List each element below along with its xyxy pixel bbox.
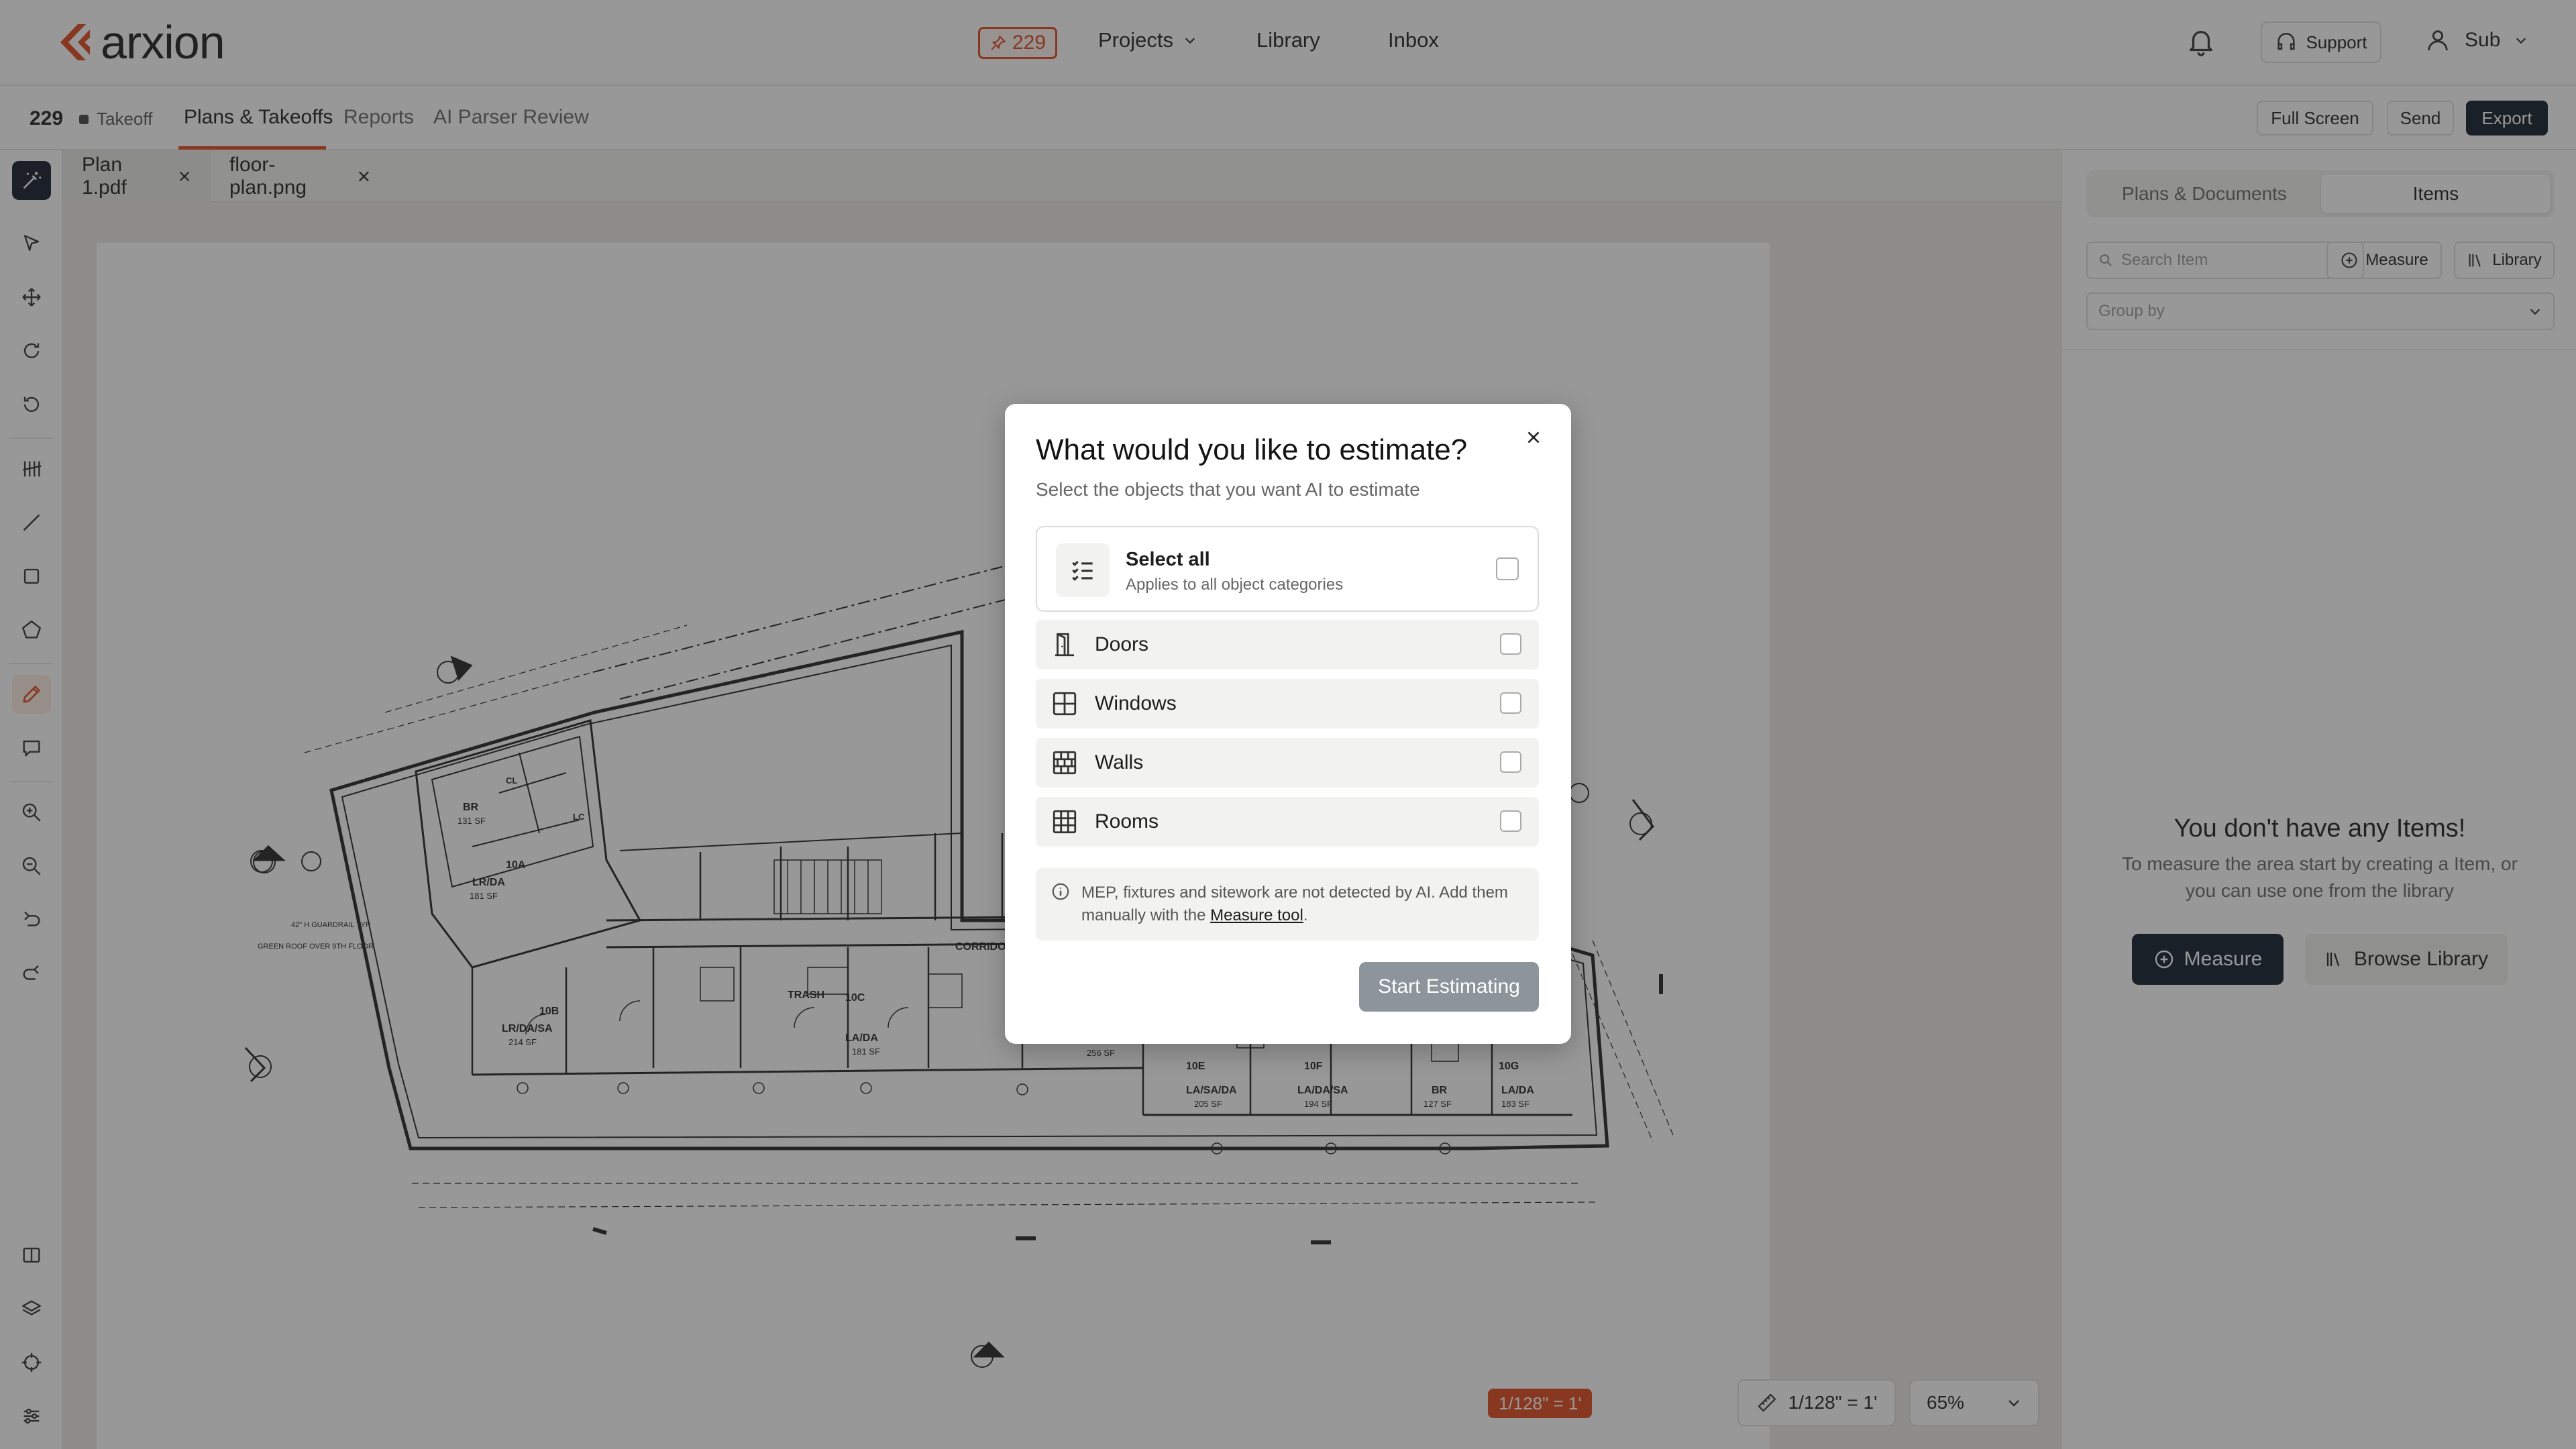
note-text: MEP, fixtures and sitework are not detec… [1081, 881, 1524, 927]
info-icon [1052, 883, 1069, 900]
select-all-title: Select all [1126, 549, 1210, 570]
category-label: Windows [1095, 692, 1177, 714]
estimate-modal: What would you like to estimate? Select … [1005, 404, 1571, 1044]
windows-checkbox[interactable] [1500, 692, 1521, 714]
category-label: Doors [1095, 633, 1149, 655]
rooms-checkbox[interactable] [1500, 810, 1521, 832]
close-icon [1527, 431, 1540, 443]
window-icon [1053, 692, 1077, 716]
doors-checkbox[interactable] [1500, 633, 1521, 655]
modal-title: What would you like to estimate? [1036, 433, 1468, 466]
category-row-walls[interactable]: Walls [1036, 738, 1539, 788]
close-modal-button[interactable] [1520, 424, 1547, 451]
checklist-icon [1056, 543, 1110, 597]
start-estimating-button[interactable]: Start Estimating [1359, 962, 1539, 1012]
wall-icon [1053, 751, 1077, 775]
modal-subtitle: Select the objects that you want AI to e… [1036, 479, 1420, 500]
category-label: Walls [1095, 751, 1144, 773]
walls-checkbox[interactable] [1500, 751, 1521, 773]
category-row-doors[interactable]: Doors [1036, 620, 1539, 669]
rooms-icon [1053, 810, 1077, 834]
door-icon [1055, 633, 1074, 657]
select-all-option[interactable]: Select all Applies to all object categor… [1036, 526, 1539, 612]
select-all-checkbox[interactable] [1496, 557, 1519, 580]
category-row-rooms[interactable]: Rooms [1036, 797, 1539, 847]
select-all-description: Applies to all object categories [1126, 576, 1344, 594]
category-label: Rooms [1095, 810, 1159, 833]
ai-limitations-note: MEP, fixtures and sitework are not detec… [1036, 868, 1539, 941]
note-end: . [1303, 906, 1308, 924]
measure-tool-link[interactable]: Measure tool [1210, 906, 1303, 924]
category-row-windows[interactable]: Windows [1036, 679, 1539, 729]
